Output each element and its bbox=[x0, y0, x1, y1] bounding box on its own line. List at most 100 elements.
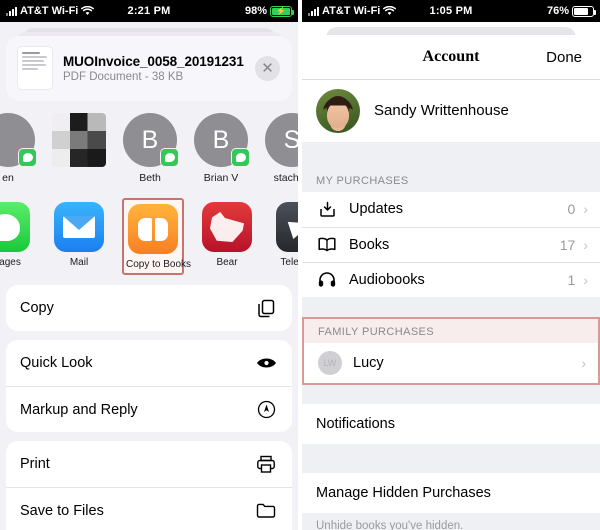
list-item-books[interactable]: Books 17 › bbox=[302, 226, 600, 262]
messages-badge-icon bbox=[231, 148, 250, 167]
avatar: LW bbox=[318, 350, 342, 375]
action-label: Save to Files bbox=[20, 502, 104, 519]
contact-avatar: S bbox=[265, 113, 298, 167]
battery-percent-label: 98% bbox=[244, 5, 267, 17]
status-right-group: 98% ⚡ bbox=[245, 5, 298, 17]
status-right-group: 76% bbox=[547, 5, 600, 17]
section-gap bbox=[302, 443, 600, 473]
document-meta: MUOInvoice_0058_20191231 PDF Document - … bbox=[63, 54, 249, 83]
family-purchases-section-highlighted: FAMILY PURCHASES LW Lucy › bbox=[302, 316, 600, 385]
notifications-section: Notifications bbox=[302, 403, 600, 444]
download-icon bbox=[316, 201, 338, 218]
contact-item[interactable]: B Beth bbox=[120, 113, 180, 184]
book-icon bbox=[316, 237, 338, 252]
list-item-lucy[interactable]: LW Lucy › bbox=[304, 343, 598, 383]
contact-name-label: Beth bbox=[139, 172, 161, 184]
contact-item[interactable]: B Brian V bbox=[191, 113, 251, 184]
avatar: B bbox=[194, 113, 250, 167]
battery-charging-icon: ⚡ bbox=[270, 5, 294, 17]
list-item-label: Books bbox=[349, 236, 390, 253]
list-item-notifications[interactable]: Notifications bbox=[302, 404, 600, 444]
markup-icon bbox=[254, 398, 278, 422]
avatar: B bbox=[123, 113, 179, 167]
books-icon bbox=[128, 204, 178, 254]
app-share-row: ssages Mail Copy to Books Bear Telegram bbox=[0, 190, 298, 285]
messages-badge-icon bbox=[18, 148, 37, 167]
battery-icon bbox=[572, 5, 596, 17]
action-row-quick-look[interactable]: Quick Look bbox=[6, 340, 292, 386]
list-item-manage-hidden-purchases[interactable]: Manage Hidden Purchases bbox=[302, 473, 600, 513]
share-sheet-header-card: MUOInvoice_0058_20191231 PDF Document - … bbox=[6, 36, 292, 101]
contact-item[interactable]: S stach96 bbox=[262, 113, 298, 184]
app-item-mail[interactable]: Mail bbox=[48, 198, 110, 271]
close-icon[interactable]: ✕ bbox=[255, 55, 280, 81]
right-screenshot-account: AT&T Wi-Fi 1:05 PM 76% Account Done Sand… bbox=[302, 0, 600, 530]
hidden-purchases-footer: Unhide books you've hidden. bbox=[302, 512, 600, 530]
app-item-copy-to-books[interactable]: Copy to Books bbox=[122, 198, 192, 275]
headphones-icon bbox=[316, 271, 338, 288]
app-label: Copy to Books bbox=[126, 259, 192, 270]
profile-name: Sandy Writtenhouse bbox=[374, 102, 509, 120]
left-status-bar: AT&T Wi-Fi 2:21 PM 98% ⚡ bbox=[0, 0, 298, 22]
document-file-name: MUOInvoice_0058_20191231 bbox=[63, 53, 244, 69]
action-group-quicklook: Quick Look Markup and Reply bbox=[6, 340, 292, 432]
action-label: Copy bbox=[20, 300, 54, 316]
battery-percent-label: 76% bbox=[546, 5, 569, 17]
list-item-count: 0 bbox=[567, 201, 576, 218]
section-gap bbox=[302, 384, 600, 404]
family-purchases-list: LW Lucy › bbox=[304, 342, 598, 383]
app-item-bear[interactable]: Bear bbox=[196, 198, 258, 271]
list-item-count: 17 bbox=[559, 236, 576, 253]
app-label: Telegram bbox=[280, 257, 298, 268]
action-label: Print bbox=[20, 456, 50, 472]
chevron-right-icon: › bbox=[581, 354, 586, 371]
mail-icon bbox=[54, 202, 104, 252]
right-status-bar: AT&T Wi-Fi 1:05 PM 76% bbox=[302, 0, 600, 22]
contacts-share-row: en B Beth B Brian V S stach bbox=[0, 101, 298, 190]
avatar: S bbox=[265, 113, 298, 167]
list-item-updates[interactable]: Updates 0 › bbox=[302, 192, 600, 227]
section-gap bbox=[302, 296, 600, 317]
action-row-markup-and-reply[interactable]: Markup and Reply bbox=[6, 386, 292, 432]
copy-icon bbox=[254, 296, 278, 320]
list-item-count: 1 bbox=[567, 271, 576, 288]
chevron-right-icon: › bbox=[583, 201, 588, 218]
sheet-stack-decoration bbox=[10, 26, 288, 46]
app-item-telegram[interactable]: Telegram bbox=[270, 198, 298, 271]
left-screenshot-share-sheet: AT&T Wi-Fi 2:21 PM 98% ⚡ MUOInvoice_0058… bbox=[0, 0, 298, 530]
list-item-label: Manage Hidden Purchases bbox=[316, 484, 491, 501]
contact-item[interactable] bbox=[49, 113, 109, 172]
list-item-label: Updates bbox=[349, 201, 404, 218]
eye-icon bbox=[254, 351, 278, 375]
list-item-audiobooks[interactable]: Audiobooks 1 › bbox=[302, 261, 600, 297]
pdf-document-icon bbox=[18, 47, 52, 89]
messages-icon bbox=[0, 202, 30, 252]
contact-name-label: Brian V bbox=[203, 172, 239, 184]
chevron-right-icon: › bbox=[583, 236, 588, 253]
app-item-messages[interactable]: ssages bbox=[0, 198, 36, 271]
chevron-right-icon: › bbox=[583, 271, 588, 288]
action-group-more: Print Save to Files Open bbox=[6, 441, 292, 530]
app-label: ssages bbox=[0, 257, 21, 268]
avatar bbox=[316, 88, 360, 133]
avatar bbox=[52, 113, 106, 167]
hidden-purchases-section: Manage Hidden Purchases bbox=[302, 472, 600, 513]
action-row-print[interactable]: Print bbox=[6, 441, 292, 487]
action-row-copy[interactable]: Copy bbox=[6, 285, 292, 331]
action-group-copy: Copy bbox=[6, 285, 292, 331]
avatar bbox=[0, 113, 37, 167]
profile-row[interactable]: Sandy Writtenhouse bbox=[302, 79, 600, 142]
contact-avatar-pixelated bbox=[52, 113, 106, 167]
action-row-save-to-files[interactable]: Save to Files bbox=[6, 487, 292, 530]
document-file-meta: PDF Document - 38 KB bbox=[63, 70, 184, 83]
contact-name-label: en bbox=[2, 172, 14, 184]
bear-icon bbox=[202, 202, 252, 252]
contact-name-label: stach96 bbox=[273, 172, 298, 184]
contact-item[interactable]: en bbox=[0, 113, 38, 184]
folder-icon bbox=[254, 499, 278, 523]
done-button[interactable]: Done bbox=[546, 49, 596, 66]
list-item-label: Lucy bbox=[353, 354, 384, 371]
list-item-label: Notifications bbox=[316, 415, 395, 432]
action-label: Markup and Reply bbox=[20, 401, 138, 418]
my-purchases-list: Updates 0 › Books 17 › Audiobooks 1 › bbox=[302, 191, 600, 297]
